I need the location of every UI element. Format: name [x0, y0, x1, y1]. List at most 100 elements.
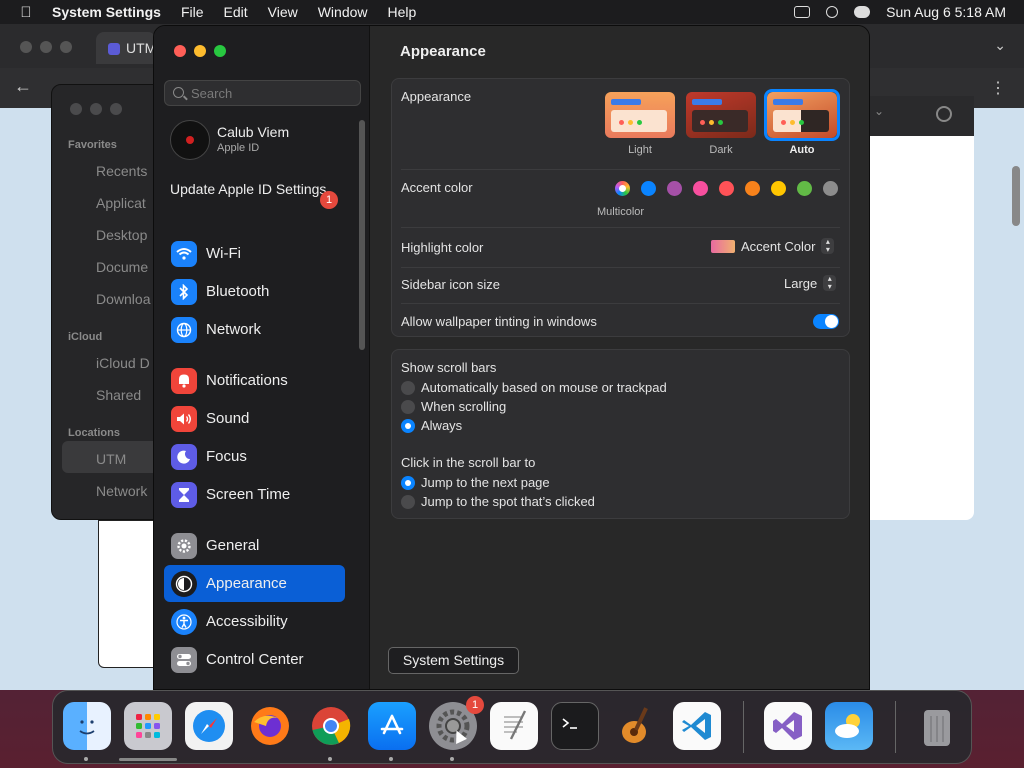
sidebar-item-sound[interactable]: Sound [164, 400, 345, 437]
background-document [98, 520, 154, 668]
textedit-icon[interactable] [490, 702, 538, 750]
back-arrow-icon[interactable]: ← [14, 76, 32, 97]
menu-file[interactable]: File [181, 4, 204, 20]
appearance-dark-label: Dark [709, 144, 733, 156]
finder-icon[interactable] [63, 702, 111, 750]
avatar [170, 120, 210, 160]
finder-item[interactable]: Shared [96, 387, 141, 403]
accent-orange-swatch[interactable] [745, 181, 760, 196]
accent-graphite-swatch[interactable] [823, 181, 838, 196]
sidebar-item-focus[interactable]: Focus [164, 438, 345, 475]
sidebar-item-network[interactable]: Network [164, 311, 345, 348]
search-placeholder: Search [191, 86, 233, 101]
accent-pink-swatch[interactable] [693, 181, 708, 196]
app-store-icon[interactable] [368, 702, 416, 750]
terminal-icon[interactable] [551, 702, 599, 750]
minimize-button[interactable] [194, 45, 206, 57]
zoom-button[interactable] [214, 45, 226, 57]
appearance-dark-option[interactable] [686, 92, 756, 138]
sidebar-item-wifi[interactable]: Wi-Fi [164, 235, 345, 272]
sidebar-item-appearance[interactable]: Appearance [164, 565, 345, 602]
hourglass-icon [171, 481, 197, 508]
sidebar-item-control-center[interactable]: Control Center [164, 641, 345, 678]
thumb-dot [781, 120, 786, 125]
click-jump-next-page-option[interactable]: Jump to the next page [401, 475, 550, 490]
menu-window[interactable]: Window [318, 4, 368, 20]
running-indicator [84, 757, 88, 761]
finder-item[interactable]: Recents [96, 163, 147, 179]
menu-clock[interactable]: Sun Aug 6 5:18 AM [886, 4, 1006, 20]
safari-icon[interactable] [185, 702, 233, 750]
menu-view[interactable]: View [268, 4, 298, 20]
radio-label: When scrolling [421, 399, 507, 414]
sidebar-item-general[interactable]: General [164, 527, 345, 564]
accent-purple-swatch[interactable] [667, 181, 682, 196]
accent-multicolor-swatch[interactable] [615, 181, 630, 196]
menu-help[interactable]: Help [388, 4, 417, 20]
launchpad-icon[interactable] [124, 702, 172, 750]
scroll-bars-always-option[interactable]: Always [401, 418, 462, 433]
finder-window-controls [70, 103, 122, 115]
page-title: Appearance [400, 43, 486, 60]
control-center-menu-icon[interactable] [854, 6, 871, 18]
accent-green-swatch[interactable] [797, 181, 812, 196]
spotlight-icon[interactable] [826, 6, 839, 18]
sidebar-item-screen-time[interactable]: Screen Time [164, 476, 345, 513]
menu-app-name[interactable]: System Settings [52, 4, 161, 20]
radio-button [401, 399, 415, 414]
sidebar-scrollbar[interactable] [359, 120, 365, 350]
bell-icon [171, 367, 197, 394]
sidebar-item-bluetooth[interactable]: Bluetooth [164, 273, 345, 310]
settings-main-panel: Appearance Appearance Light Dark Auto Ac… [370, 26, 869, 689]
appearance-light-option[interactable] [605, 92, 675, 138]
sidebar-item-label: Network [206, 321, 262, 338]
firefox-icon[interactable] [246, 702, 294, 750]
accent-yellow-swatch[interactable] [771, 181, 786, 196]
sidebar-item-accessibility[interactable]: Accessibility [164, 603, 345, 640]
radio-label: Always [421, 418, 463, 433]
menu-edit[interactable]: Edit [224, 4, 248, 20]
radio-button-selected [401, 475, 415, 490]
finder-item[interactable]: Network [96, 483, 147, 499]
moon-icon [171, 443, 197, 470]
click-jump-to-spot-option[interactable]: Jump to the spot that’s clicked [401, 494, 595, 509]
appearance-label: Appearance [401, 89, 472, 104]
finder-item[interactable]: Applicat [96, 195, 146, 211]
finder-search-icon[interactable] [936, 106, 952, 122]
more-menu-icon[interactable]: ⋮ [990, 78, 1006, 98]
thumb-dot [790, 120, 795, 125]
finder-item[interactable]: Desktop [96, 227, 147, 243]
trash-icon[interactable] [913, 702, 961, 750]
appearance-auto-option[interactable] [767, 92, 837, 138]
highlight-color-popup[interactable]: Accent Color ▴ ▾ [711, 238, 835, 254]
wallpaper-tinting-toggle[interactable] [813, 314, 839, 329]
scroll-bars-auto-option[interactable]: Automatically based on mouse or trackpad [401, 380, 667, 395]
finder-item[interactable]: iCloud D [96, 355, 150, 371]
dock-separator [743, 701, 744, 753]
scroll-bar-settings-group: Show scroll bars Automatically based on … [391, 349, 850, 519]
apple-menu-icon[interactable]:  [0, 4, 52, 21]
finder-item[interactable]: Docume [96, 259, 148, 275]
menu-bar:  System Settings File Edit View Window … [0, 0, 1024, 24]
vscode-icon[interactable] [673, 702, 721, 750]
chevron-down-icon[interactable]: ⌄ [874, 104, 884, 118]
tab-list-chevron-icon[interactable]: ⌄ [994, 37, 1006, 54]
accent-red-swatch[interactable] [719, 181, 734, 196]
speaker-icon [171, 405, 197, 432]
sidebar-icon-size-popup[interactable]: Large ▴ ▾ [784, 275, 837, 291]
browser-tab[interactable]: UTM [96, 32, 156, 64]
chrome-icon[interactable] [307, 702, 355, 750]
sidebar-item-notifications[interactable]: Notifications [164, 362, 345, 399]
weather-icon[interactable] [825, 702, 873, 750]
window-tiling-icon[interactable] [794, 6, 811, 18]
visual-studio-icon[interactable] [764, 702, 812, 750]
sidebar-icon-size-value: Large [784, 275, 818, 291]
close-button[interactable] [174, 45, 186, 57]
finder-item[interactable]: Downloa [96, 291, 150, 307]
garageband-icon[interactable] [612, 702, 660, 750]
browser-scrollbar[interactable] [1012, 166, 1020, 226]
finder-item[interactable]: UTM [96, 451, 126, 467]
search-input[interactable]: Search [164, 80, 361, 106]
scroll-bars-when-scrolling-option[interactable]: When scrolling [401, 399, 506, 414]
accent-blue-swatch[interactable] [641, 181, 656, 196]
